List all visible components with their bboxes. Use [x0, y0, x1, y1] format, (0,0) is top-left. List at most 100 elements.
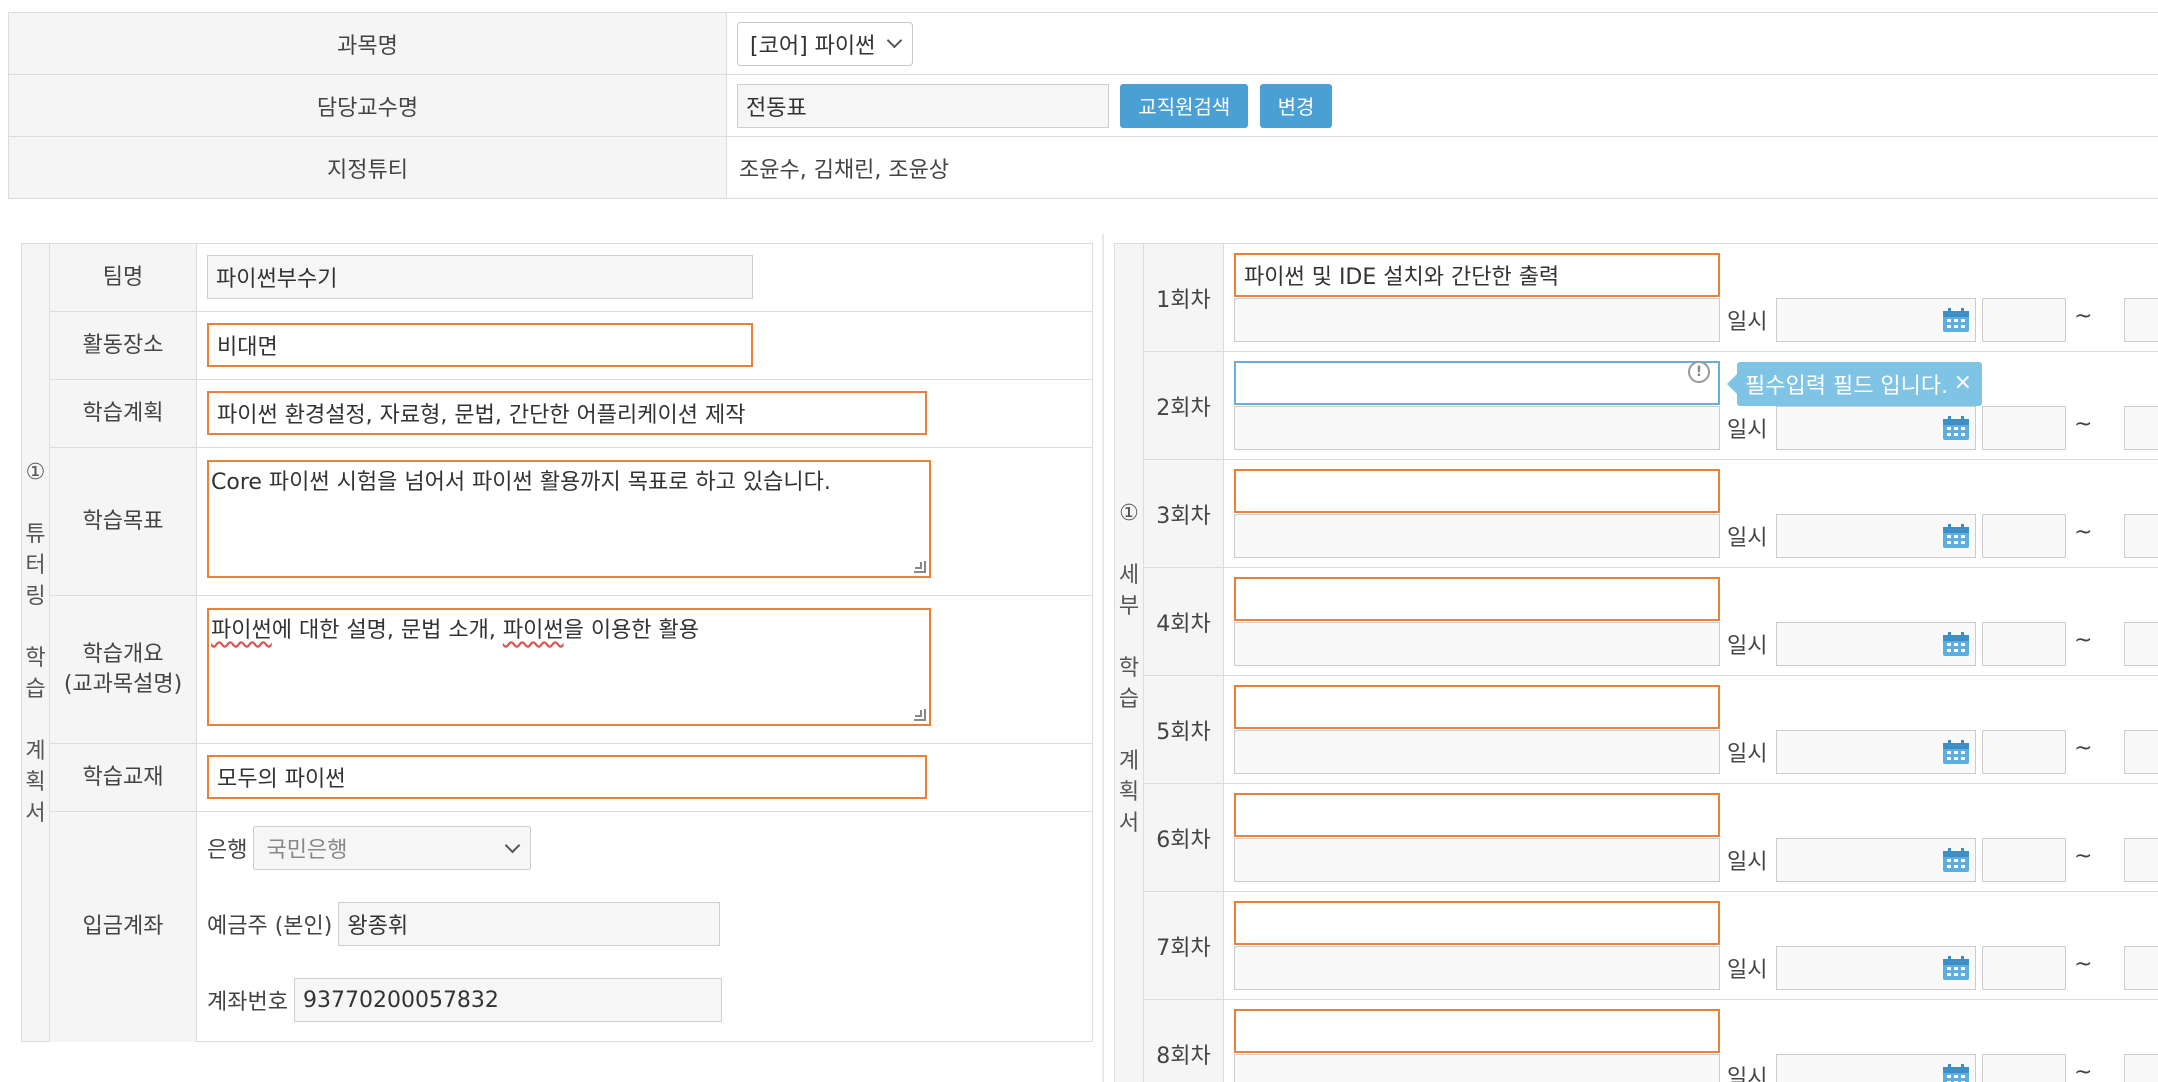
session-description-input[interactable] — [1234, 838, 1720, 882]
session-title-input[interactable]: 파이썬 및 IDE 설치와 간단한 출력 — [1234, 253, 1720, 297]
goal-text: Core 파이썬 시험을 넘어서 파이썬 활용까지 목표로 하고 있습니다. — [211, 470, 831, 495]
session-start-time-input[interactable] — [1982, 730, 2066, 774]
calendar-icon[interactable] — [1942, 955, 1970, 981]
session-end-time-input[interactable] — [2124, 514, 2158, 558]
overview-text-seg4: 을 이용한 활용 — [563, 618, 700, 643]
session-end-time-input[interactable] — [2124, 730, 2158, 774]
session-description-input[interactable] — [1234, 946, 1720, 990]
session-label: 4회차 — [1144, 568, 1224, 675]
resize-grip-icon[interactable] — [914, 709, 926, 721]
chevron-down-icon — [505, 837, 521, 853]
session-title-input[interactable] — [1234, 685, 1720, 729]
team-name-label: 팀명 — [50, 244, 197, 311]
session-end-time-input[interactable] — [2124, 298, 2158, 342]
session-end-time-input[interactable] — [2124, 838, 2158, 882]
section-label-char: 계 — [1118, 749, 1140, 774]
course-select-value: [코어] 파이썬 — [750, 33, 876, 59]
professor-name-field[interactable]: 전동표 — [737, 83, 1109, 128]
session-title-input[interactable] — [1234, 469, 1720, 513]
close-icon[interactable]: × — [1954, 370, 1972, 395]
session-title-input[interactable] — [1234, 361, 1720, 405]
section-label-char: 학 — [1118, 656, 1140, 681]
calendar-icon[interactable] — [1942, 847, 1970, 873]
staff-search-button[interactable]: 교직원검색 — [1120, 83, 1249, 128]
session-start-time-input[interactable] — [1982, 622, 2066, 666]
section-label-char: 계 — [25, 738, 46, 764]
goal-textarea[interactable]: Core 파이썬 시험을 넘어서 파이썬 활용까지 목표로 하고 있습니다. — [207, 460, 931, 578]
course-select[interactable]: [코어] 파이썬 — [737, 21, 914, 66]
session-date-input[interactable] — [1776, 946, 1976, 990]
session-description-input[interactable] — [1234, 514, 1720, 558]
section-label-char: 서 — [1118, 811, 1140, 836]
session-date-input[interactable] — [1776, 838, 1976, 882]
session-date-input[interactable] — [1776, 514, 1976, 558]
session-date-input[interactable] — [1776, 406, 1976, 450]
account-number-input[interactable]: 93770200057832 — [293, 978, 722, 1022]
bank-select[interactable]: 국민은행 — [253, 826, 532, 870]
calendar-icon[interactable] — [1942, 739, 1970, 765]
session-end-time-input[interactable] — [2124, 622, 2158, 666]
location-cell: 비대면 — [197, 312, 1092, 379]
session-end-time-input[interactable] — [2124, 1054, 2158, 1082]
overview-text-seg1: 파이썬 — [211, 618, 272, 643]
session-date-input[interactable] — [1776, 1054, 1976, 1082]
session-title-input[interactable] — [1234, 901, 1720, 945]
overview-label-line2: (교과목설명) — [63, 671, 183, 697]
session-start-time-input[interactable] — [1982, 514, 2066, 558]
calendar-icon[interactable] — [1942, 523, 1970, 549]
session-start-time-input[interactable] — [1982, 946, 2066, 990]
tutoring-plan-section-label: ① 튜 터 링 학 습 계 획 서 — [22, 244, 50, 1041]
resize-grip-icon[interactable] — [914, 561, 926, 573]
session-start-time-input[interactable] — [1982, 406, 2066, 450]
section-label-char: 튜 — [25, 521, 46, 547]
session-description-input[interactable] — [1234, 298, 1720, 342]
session-start-time-input[interactable] — [1982, 298, 2066, 342]
calendar-icon[interactable] — [1942, 307, 1970, 333]
session-description-input[interactable] — [1234, 730, 1720, 774]
session-description-input[interactable] — [1234, 622, 1720, 666]
session-title-input[interactable] — [1234, 577, 1720, 621]
calendar-icon[interactable] — [1942, 415, 1970, 441]
tilde-separator: ~ — [2074, 628, 2093, 653]
overview-textarea[interactable]: 파이썬에 대한 설명, 문법 소개, 파이썬을 이용한 활용 — [207, 608, 931, 726]
session-row: 3회차 일시 ~ — [1144, 460, 2158, 568]
session-date-input[interactable] — [1776, 622, 1976, 666]
session-end-time-input[interactable] — [2124, 406, 2158, 450]
section-label-char: 획 — [1118, 780, 1140, 805]
session-row: 7회차 일시 ~ — [1144, 892, 2158, 1000]
change-button[interactable]: 변경 — [1259, 83, 1333, 128]
session-title-input[interactable] — [1234, 1009, 1720, 1053]
date-label: 일시 — [1727, 958, 1768, 983]
calendar-icon[interactable] — [1942, 1063, 1970, 1082]
session-label: 5회차 — [1144, 676, 1224, 783]
account-cell: 은행 국민은행 예금주 (본인) 왕종휘 계좌번호 93770200057832 — [197, 812, 1092, 1042]
session-description-input[interactable] — [1234, 406, 1720, 450]
session-start-time-input[interactable] — [1982, 838, 2066, 882]
tilde-separator: ~ — [2074, 736, 2093, 761]
plan-label: 학습계획 — [50, 380, 197, 447]
session-date-input[interactable] — [1776, 730, 1976, 774]
calendar-icon[interactable] — [1942, 631, 1970, 657]
course-label: 과목명 — [8, 12, 727, 75]
session-date-input[interactable] — [1776, 298, 1976, 342]
plan-cell: 파이썬 환경설정, 자료형, 문법, 간단한 어플리케이션 제작 — [197, 380, 1092, 447]
course-info-table: 과목명 [코어] 파이썬 담당교수명 전동표 교직원검색 변경 지정튜티 조윤수… — [8, 12, 2158, 199]
textbook-input[interactable]: 모두의 파이썬 — [207, 755, 927, 799]
session-title-input[interactable] — [1234, 793, 1720, 837]
plan-input[interactable]: 파이썬 환경설정, 자료형, 문법, 간단한 어플리케이션 제작 — [207, 391, 927, 435]
tutee-label: 지정튜티 — [8, 136, 727, 199]
tutee-row: 지정튜티 조윤수, 김채린, 조윤상 — [8, 136, 2158, 199]
date-label: 일시 — [1727, 418, 1768, 443]
session-end-time-input[interactable] — [2124, 946, 2158, 990]
section-label-char: 부 — [1118, 594, 1140, 619]
session-label: 8회차 — [1144, 1000, 1224, 1082]
location-input[interactable]: 비대면 — [207, 323, 753, 367]
session-label: 6회차 — [1144, 784, 1224, 891]
team-name-input[interactable]: 파이썬부수기 — [207, 255, 753, 299]
session-start-time-input[interactable] — [1982, 1054, 2066, 1082]
location-row: 활동장소 비대면 — [50, 312, 1092, 380]
validation-tooltip-text: 필수입력 필드 입니다. — [1745, 374, 1949, 399]
session-description-input[interactable] — [1234, 1054, 1720, 1082]
team-name-cell: 파이썬부수기 — [197, 244, 1092, 311]
holder-input[interactable]: 왕종휘 — [338, 902, 721, 946]
